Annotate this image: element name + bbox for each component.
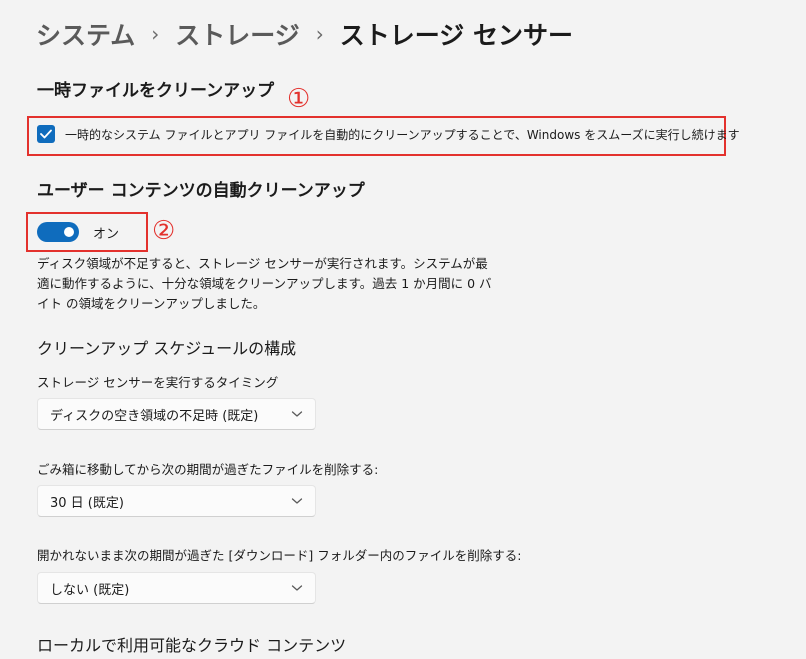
schedule-title: クリーンアップ スケジュールの構成: [37, 339, 297, 358]
temp-files-title: 一時ファイルをクリーンアップ: [37, 81, 275, 101]
annotation-number-2: ②: [152, 216, 176, 246]
storage-sense-description: ディスク領域が不足すると、ストレージ センサーが実行されます。システムが最適に動…: [37, 256, 492, 311]
chevron-down-icon: [291, 498, 303, 504]
temp-files-checkbox[interactable]: [37, 125, 55, 143]
breadcrumb-separator: ›: [151, 22, 160, 46]
downloads-dropdown[interactable]: しない (既定): [37, 572, 316, 604]
storage-sense-toggle-row[interactable]: オン: [37, 222, 119, 242]
storage-sense-toggle[interactable]: [37, 222, 79, 242]
temp-files-checkbox-label: 一時的なシステム ファイルとアプリ ファイルを自動的にクリーンアップすることで、…: [65, 127, 740, 142]
chevron-down-icon: [291, 411, 303, 417]
run-timing-dropdown[interactable]: ディスクの空き領域の不足時 (既定): [37, 398, 316, 430]
annotation-number-1: ①: [287, 84, 311, 114]
run-timing-label: ストレージ センサーを実行するタイミング: [37, 375, 279, 390]
user-content-title: ユーザー コンテンツの自動クリーンアップ: [37, 181, 365, 201]
cloud-content-title: ローカルで利用可能なクラウド コンテンツ: [37, 636, 347, 655]
temp-files-checkbox-row[interactable]: 一時的なシステム ファイルとアプリ ファイルを自動的にクリーンアップすることで、…: [37, 125, 740, 143]
checkmark-icon: [40, 129, 52, 139]
recycle-bin-value: 30 日 (既定): [50, 495, 124, 511]
breadcrumb-item-storage[interactable]: ストレージ: [175, 16, 300, 52]
breadcrumb-separator: ›: [315, 22, 324, 46]
recycle-bin-dropdown[interactable]: 30 日 (既定): [37, 485, 316, 517]
toggle-state-label: オン: [93, 226, 120, 242]
run-timing-value: ディスクの空き領域の不足時 (既定): [50, 408, 259, 424]
toggle-knob: [64, 227, 74, 237]
breadcrumb: システム › ストレージ › ストレージ センサー: [36, 14, 573, 54]
chevron-down-icon: [291, 585, 303, 591]
downloads-label: 開かれないまま次の期間が過ぎた [ダウンロード] フォルダー内のファイルを削除す…: [37, 548, 522, 563]
recycle-bin-label: ごみ箱に移動してから次の期間が過ぎたファイルを削除する:: [37, 462, 379, 477]
downloads-value: しない (既定): [50, 582, 130, 598]
page-title: ストレージ センサー: [339, 21, 573, 50]
breadcrumb-item-system[interactable]: システム: [36, 16, 135, 52]
